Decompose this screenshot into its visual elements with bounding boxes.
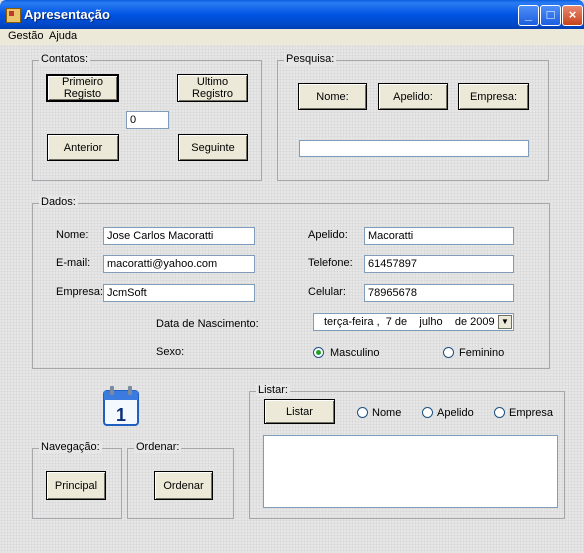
navegacao-legend: Navegação: — [39, 441, 102, 453]
nome-field[interactable]: Jose Carlos Macoratti — [103, 227, 255, 245]
app-icon — [6, 8, 21, 23]
minimize-button[interactable]: _ — [518, 5, 539, 26]
pesquisa-legend: Pesquisa: — [284, 53, 337, 65]
telefone-label: Telefone: — [308, 257, 353, 269]
telefone-field[interactable]: 61457897 — [364, 255, 514, 273]
dados-legend: Dados: — [39, 196, 78, 208]
apelido-field[interactable]: Macoratti — [364, 227, 514, 245]
calendar-icon: 1 — [103, 386, 139, 426]
list-empresa-radio[interactable] — [494, 407, 505, 418]
record-index-field[interactable]: 0 — [126, 111, 169, 129]
last-record-button[interactable]: Ultimo Registro — [177, 74, 248, 102]
masculino-label: Masculino — [330, 347, 380, 359]
menu-gestao[interactable]: Gestão — [8, 30, 43, 42]
email-label: E-mail: — [56, 257, 91, 269]
window-title: Apresentação — [24, 7, 110, 22]
maximize-button[interactable]: □ — [540, 5, 561, 26]
feminino-radio[interactable] — [443, 347, 454, 358]
ordenar-button[interactable]: Ordenar — [154, 471, 213, 500]
listar-button[interactable]: Listar — [264, 399, 335, 424]
menu-bar: Gestão Ajuda — [0, 29, 584, 45]
list-apelido-label: Apelido — [437, 407, 474, 419]
apelido-label: Apelido: — [308, 229, 348, 241]
title-bar: Apresentação _ □ × — [0, 0, 584, 29]
search-input[interactable] — [299, 140, 529, 157]
listar-legend: Listar: — [256, 384, 290, 396]
masculino-radio[interactable] — [313, 347, 324, 358]
empresa-field[interactable]: JcmSoft — [103, 284, 255, 302]
previous-button[interactable]: Anterior — [47, 134, 119, 161]
birthdate-value: terça-feira , 7 de julho de 2009 — [324, 316, 495, 328]
nome-label: Nome: — [56, 229, 89, 241]
search-empresa-button[interactable]: Empresa: — [458, 83, 529, 110]
next-button[interactable]: Seguinte — [178, 134, 248, 161]
calendar-day: 1 — [116, 405, 126, 425]
nascimento-label: Data de Nascimento: — [156, 318, 259, 330]
list-apelido-radio[interactable] — [422, 407, 433, 418]
feminino-label: Feminino — [459, 347, 505, 359]
ordenar-legend: Ordenar: — [134, 441, 182, 453]
pesquisa-group: Pesquisa: — [277, 53, 549, 181]
chevron-down-icon[interactable]: ▼ — [498, 315, 512, 329]
search-apelido-button[interactable]: Apelido: — [378, 83, 448, 110]
birthdate-picker[interactable]: terça-feira , 7 de julho de 2009 ▼ — [313, 313, 514, 331]
celular-label: Celular: — [308, 286, 346, 298]
search-nome-button[interactable]: Nome: — [298, 83, 367, 110]
list-empresa-label: Empresa — [509, 407, 554, 419]
celular-field[interactable]: 78965678 — [364, 284, 514, 302]
list-nome-label: Nome — [372, 407, 402, 419]
first-record-button[interactable]: Primeiro Registo — [46, 74, 119, 102]
contatos-legend: Contatos: — [39, 53, 91, 65]
list-nome-radio[interactable] — [357, 407, 368, 418]
sexo-label: Sexo: — [156, 346, 185, 358]
results-listbox[interactable] — [263, 435, 558, 508]
empresa-label: Empresa: — [56, 286, 104, 298]
email-field[interactable]: macoratti@yahoo.com — [103, 255, 255, 273]
close-button[interactable]: × — [562, 5, 583, 26]
menu-ajuda[interactable]: Ajuda — [49, 30, 77, 42]
main-window: Apresentação _ □ × Gestão Ajuda Contatos… — [0, 0, 584, 553]
principal-button[interactable]: Principal — [46, 471, 106, 500]
